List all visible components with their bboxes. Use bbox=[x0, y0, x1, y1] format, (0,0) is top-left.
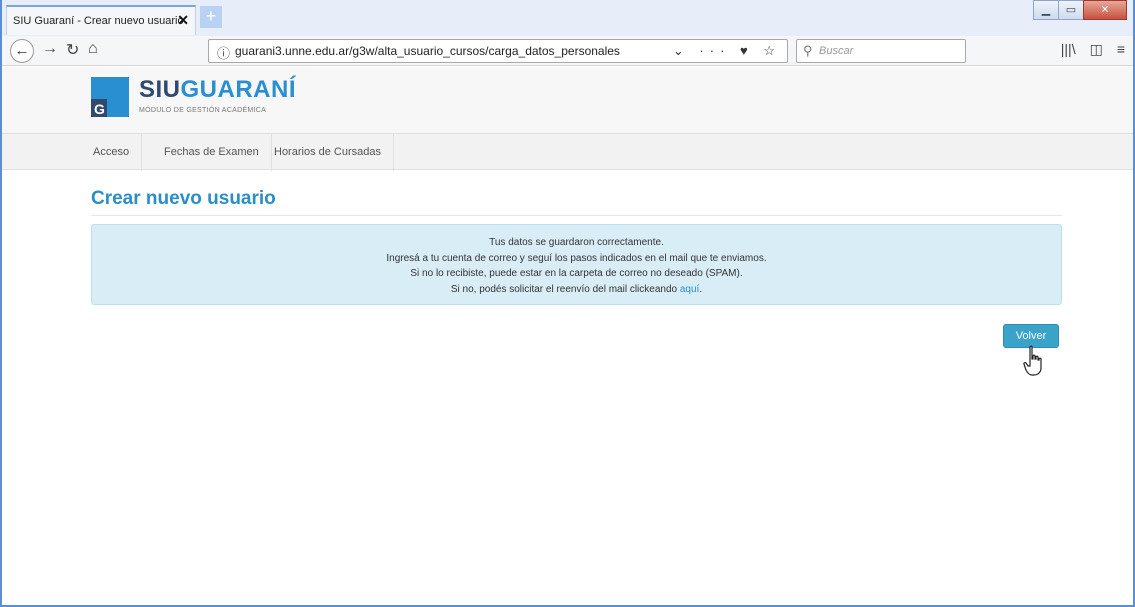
url-action-icons[interactable]: ⌄ ··· ♥ ☆ bbox=[673, 43, 781, 59]
alert-line-4-text: Si no, podés solicitar el reenvío del ma… bbox=[450, 283, 678, 295]
info-icon[interactable]: ⓘ bbox=[217, 43, 230, 62]
tab-title: SIU Guaraní - Crear nuevo usuario bbox=[13, 15, 184, 27]
title-divider bbox=[91, 215, 1062, 216]
logo-siu: SIU bbox=[139, 76, 181, 103]
alert-link-suffix: . bbox=[699, 283, 703, 295]
close-window-button[interactable]: ✕ bbox=[1083, 0, 1127, 20]
tab-bar: SIU Guaraní - Crear nuevo usuario ✕ + ▁ … bbox=[2, 0, 1133, 36]
forward-arrow-icon[interactable]: → bbox=[42, 40, 58, 58]
minimize-button[interactable]: ▁ bbox=[1033, 0, 1059, 20]
hand-cursor-icon bbox=[1023, 345, 1045, 377]
toolbar-icons: |||\ ◫ ≡ bbox=[1061, 41, 1125, 58]
search-icon: ⚲ bbox=[803, 43, 813, 58]
address-bar[interactable]: ⓘ guarani3.unne.edu.ar/g3w/alta_usuario_… bbox=[208, 39, 788, 63]
alert-line-4: Si no, podés solicitar el reenvío del ma… bbox=[92, 282, 1061, 298]
menu-icon[interactable]: ≡ bbox=[1117, 41, 1125, 58]
sidebar-icon[interactable]: ◫ bbox=[1090, 41, 1103, 58]
alert-line-2: Ingresá a tu cuenta de correo y seguí lo… bbox=[386, 252, 767, 264]
search-placeholder: Buscar bbox=[819, 45, 854, 57]
logo-subtitle: MÓDULO DE GESTIÓN ACADÉMICA bbox=[139, 107, 267, 114]
browser-window: SIU Guaraní - Crear nuevo usuario ✕ + ▁ … bbox=[0, 0, 1135, 607]
window-controls: ▁ ▭ ✕ bbox=[1033, 0, 1127, 20]
logo-guarani: GUARANÍ bbox=[180, 76, 297, 103]
close-tab-icon[interactable]: ✕ bbox=[177, 12, 189, 29]
alert-line-1: Tus datos se guardaron correctamente. bbox=[489, 237, 664, 248]
site-menu: Acceso Fechas de Examen Horarios de Curs… bbox=[2, 133, 1133, 171]
resend-mail-link[interactable]: aquí bbox=[680, 284, 699, 295]
success-alert: Tus datos se guardaron correctamente. In… bbox=[91, 224, 1062, 305]
maximize-button[interactable]: ▭ bbox=[1058, 0, 1084, 20]
home-icon[interactable]: ⌂ bbox=[88, 40, 98, 58]
alert-line-3: Si no lo recibiste, puede estar en la ca… bbox=[410, 268, 743, 279]
search-input[interactable]: ⚲ Buscar bbox=[796, 39, 966, 63]
browser-tab[interactable]: SIU Guaraní - Crear nuevo usuario ✕ bbox=[6, 5, 196, 35]
logo-title: SIUGUARANÍ bbox=[139, 76, 296, 104]
logo-icon: G bbox=[91, 77, 129, 117]
new-tab-button[interactable]: + bbox=[200, 6, 222, 28]
back-arrow-icon[interactable]: ← bbox=[10, 39, 34, 63]
library-icon[interactable]: |||\ bbox=[1061, 41, 1076, 58]
page-title: Crear nuevo usuario bbox=[91, 188, 276, 209]
reload-icon[interactable]: ↻ bbox=[66, 40, 79, 60]
menu-item-horarios-cursadas[interactable]: Horarios de Cursadas bbox=[262, 134, 394, 171]
svg-text:G: G bbox=[94, 101, 105, 117]
menu-item-acceso[interactable]: Acceso bbox=[81, 134, 143, 171]
menu-item-fechas-examen[interactable]: Fechas de Examen bbox=[152, 134, 272, 171]
nav-bar: ← → ↻ ⌂ ⓘ guarani3.unne.edu.ar/g3w/alta_… bbox=[2, 36, 1133, 66]
site-header: G SIUGUARANÍ MÓDULO DE GESTIÓN ACADÉMICA bbox=[2, 67, 1133, 133]
url-text[interactable]: guarani3.unne.edu.ar/g3w/alta_usuario_cu… bbox=[235, 44, 620, 58]
